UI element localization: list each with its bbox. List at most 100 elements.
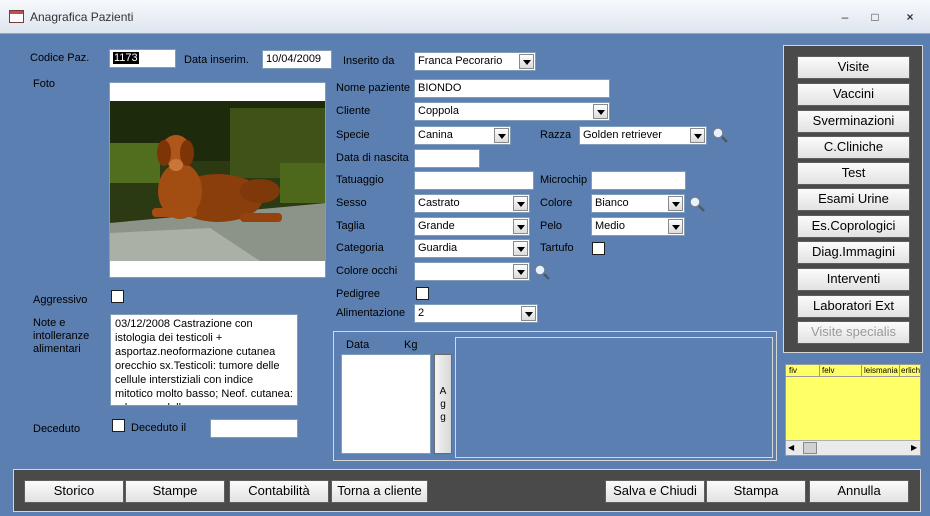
sverminazioni-button[interactable]: Sverminazioni — [797, 110, 910, 133]
grid-col-erlich: erlich — [901, 366, 921, 375]
chevron-down-icon[interactable] — [494, 128, 509, 143]
chevron-down-icon[interactable] — [668, 219, 683, 234]
deceduto-label: Deceduto — [33, 423, 81, 435]
side-button-panel: Visite Vaccini Sverminazioni C.Cliniche … — [783, 45, 923, 353]
test-grid[interactable]: fiv felv leismania erlich ◀ ▶ — [785, 364, 921, 456]
weight-kg-header: Kg — [404, 339, 418, 351]
taglia-label: Taglia — [336, 220, 365, 232]
inserito-da-label: Inserito da — [343, 55, 395, 67]
deceduto-il-label: Deceduto il — [131, 422, 187, 434]
chevron-down-icon[interactable] — [521, 306, 536, 321]
close-icon[interactable]: × — [897, 8, 923, 26]
codice-label: Codice Paz. — [30, 52, 90, 64]
contabilita-button[interactable]: Contabilità — [229, 480, 329, 503]
annulla-button[interactable]: Annulla — [809, 480, 909, 503]
restore-icon[interactable]: □ — [862, 8, 888, 26]
inserito-da-combo[interactable]: Franca Pecorario — [414, 52, 536, 71]
categoria-label: Categoria — [336, 242, 384, 254]
search-icon[interactable] — [533, 263, 551, 281]
aggressivo-checkbox[interactable] — [111, 290, 124, 303]
specie-value: Canina — [418, 129, 453, 141]
taglia-combo[interactable]: Grande — [414, 217, 530, 236]
pelo-value: Medio — [595, 220, 625, 232]
window-title: Anagrafica Pazienti — [30, 10, 134, 24]
chevron-down-icon[interactable] — [519, 54, 534, 69]
scroll-right-icon[interactable]: ▶ — [911, 443, 917, 452]
deceduto-il-field[interactable] — [210, 419, 298, 438]
colore-occhi-combo[interactable] — [414, 262, 530, 281]
taglia-value: Grande — [418, 220, 455, 232]
storico-button[interactable]: Storico — [24, 480, 124, 503]
data-inserim-label: Data inserim. — [184, 54, 249, 66]
torna-cliente-button[interactable]: Torna a cliente — [331, 480, 428, 503]
scroll-thumb[interactable] — [803, 442, 817, 454]
minimize-icon[interactable]: – — [832, 8, 858, 26]
weight-data-header: Data — [346, 339, 370, 351]
data-inserim-field[interactable]: 10/04/2009 — [262, 50, 332, 69]
grid-header: fiv felv leismania erlich — [786, 365, 921, 377]
chevron-down-icon[interactable] — [668, 196, 683, 211]
grid-col-leismania: leismania — [864, 366, 898, 375]
nome-field[interactable]: BIONDO — [414, 79, 610, 98]
scroll-left-icon[interactable]: ◀ — [788, 443, 794, 452]
stampa-button[interactable]: Stampa — [706, 480, 806, 503]
pedigree-label: Pedigree — [336, 288, 381, 300]
colore-combo[interactable]: Bianco — [591, 194, 685, 213]
chevron-down-icon[interactable] — [690, 128, 705, 143]
microchip-field[interactable] — [591, 171, 686, 190]
chevron-down-icon[interactable] — [513, 241, 528, 256]
visite-button[interactable]: Visite — [797, 56, 910, 79]
pedigree-checkbox[interactable] — [416, 287, 429, 300]
note-label: Note e intolleranze alimentari — [33, 317, 90, 355]
aggressivo-label: Aggressivo — [33, 294, 88, 306]
chevron-down-icon[interactable] — [513, 219, 528, 234]
laboratori-ext-button[interactable]: Laboratori Ext — [797, 295, 910, 318]
categoria-combo[interactable]: Guardia — [414, 239, 530, 258]
diag-immagini-button[interactable]: Diag.Immagini — [797, 241, 910, 264]
salva-chiudi-button[interactable]: Salva e Chiudi — [605, 480, 705, 503]
esami-urine-button[interactable]: Esami Urine — [797, 188, 910, 211]
chevron-down-icon[interactable] — [513, 264, 528, 279]
inserito-da-value: Franca Pecorario — [418, 55, 503, 67]
cliente-label: Cliente — [336, 105, 371, 117]
weight-list[interactable] — [341, 354, 431, 454]
tatuaggio-field[interactable] — [414, 171, 534, 190]
pelo-combo[interactable]: Medio — [591, 217, 685, 236]
weight-chart-area — [455, 337, 773, 458]
colore-value: Bianco — [595, 197, 629, 209]
razza-value: Golden retriever — [583, 129, 662, 141]
grid-scrollbar[interactable]: ◀ ▶ — [786, 440, 920, 455]
stampe-button[interactable]: Stampe — [125, 480, 225, 503]
patient-photo — [109, 82, 326, 278]
cliente-combo[interactable]: Coppola — [414, 102, 610, 121]
codice-field[interactable]: 1173 — [109, 49, 176, 68]
note-memo[interactable]: 03/12/2008 Castrazione con istologia dei… — [110, 314, 298, 406]
sesso-combo[interactable]: Castrato — [414, 194, 530, 213]
deceduto-checkbox[interactable] — [112, 419, 125, 432]
chevron-down-icon[interactable] — [593, 104, 608, 119]
cliente-value: Coppola — [418, 105, 459, 117]
test-button[interactable]: Test — [797, 162, 910, 185]
tartufo-checkbox[interactable] — [592, 242, 605, 255]
codice-value: 1173 — [113, 52, 139, 64]
es-coprologici-button[interactable]: Es.Coprologici — [797, 215, 910, 238]
weight-frame: Data Kg A g g — [333, 331, 777, 461]
grid-col-fiv: fiv — [789, 366, 797, 375]
cliniche-button[interactable]: C.Cliniche — [797, 136, 910, 159]
razza-combo[interactable]: Golden retriever — [579, 126, 707, 145]
visite-specialis-button[interactable]: Visite specialis — [797, 321, 910, 344]
agg-button[interactable]: A g g — [434, 354, 452, 454]
alimentazione-combo[interactable]: 2 — [414, 304, 538, 323]
tartufo-label: Tartufo — [540, 242, 574, 254]
dog-photo-image — [110, 83, 325, 261]
interventi-button[interactable]: Interventi — [797, 268, 910, 291]
search-icon[interactable] — [711, 126, 729, 144]
pelo-label: Pelo — [540, 220, 563, 232]
data-nascita-field[interactable] — [414, 149, 480, 168]
chevron-down-icon[interactable] — [513, 196, 528, 211]
grid-col-felv: felv — [822, 366, 835, 375]
search-icon[interactable] — [688, 195, 706, 213]
specie-combo[interactable]: Canina — [414, 126, 511, 145]
vaccini-button[interactable]: Vaccini — [797, 83, 910, 106]
alimentazione-value: 2 — [418, 307, 425, 319]
